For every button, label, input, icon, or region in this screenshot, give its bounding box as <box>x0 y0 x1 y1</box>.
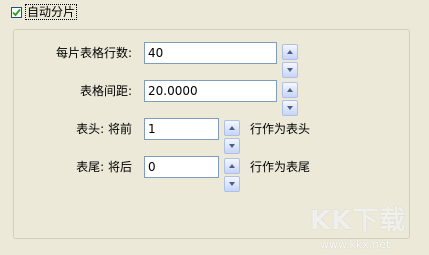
auto-split-label: 自动分片 <box>25 4 78 20</box>
footer-label: 表尾: 将后 <box>76 160 132 174</box>
spin-up-button[interactable] <box>224 158 240 174</box>
up-arrow-icon <box>287 88 293 92</box>
spin-up-button[interactable] <box>282 82 298 98</box>
table-spacing-input[interactable] <box>144 80 277 102</box>
spin-down-button[interactable] <box>282 62 298 78</box>
watermark-logo: KK下载 <box>310 206 407 236</box>
rows-per-table-label: 每片表格行数: <box>55 46 132 60</box>
header-rows-spinner[interactable] <box>224 120 240 154</box>
up-arrow-icon <box>229 126 235 130</box>
spin-down-button[interactable] <box>282 100 298 116</box>
rows-per-table-spinner[interactable] <box>282 44 298 78</box>
header-rows-input[interactable] <box>144 118 219 140</box>
up-arrow-icon <box>287 50 293 54</box>
footer-rows-spinner[interactable] <box>224 158 240 192</box>
spin-down-button[interactable] <box>224 138 240 154</box>
table-spacing-spinner[interactable] <box>282 82 298 116</box>
spin-down-button[interactable] <box>224 176 240 192</box>
down-arrow-icon <box>229 182 235 186</box>
down-arrow-icon <box>287 106 293 110</box>
spin-up-button[interactable] <box>224 120 240 136</box>
spin-up-button[interactable] <box>282 44 298 60</box>
watermark-url: www.kkx.net <box>320 238 391 251</box>
auto-split-checkbox-row[interactable]: 自动分片 <box>11 4 78 20</box>
up-arrow-icon <box>229 164 235 168</box>
down-arrow-icon <box>229 144 235 148</box>
table-spacing-label: 表格间距: <box>79 84 132 98</box>
checkmark-icon <box>12 8 21 16</box>
rows-per-table-input[interactable] <box>144 42 277 64</box>
footer-rows-input[interactable] <box>144 156 219 178</box>
footer-suffix-label: 行作为表尾 <box>250 160 311 174</box>
header-suffix-label: 行作为表头 <box>250 122 311 136</box>
auto-split-checkbox[interactable] <box>11 6 22 18</box>
header-label: 表头: 将前 <box>76 122 132 136</box>
down-arrow-icon <box>287 68 293 72</box>
